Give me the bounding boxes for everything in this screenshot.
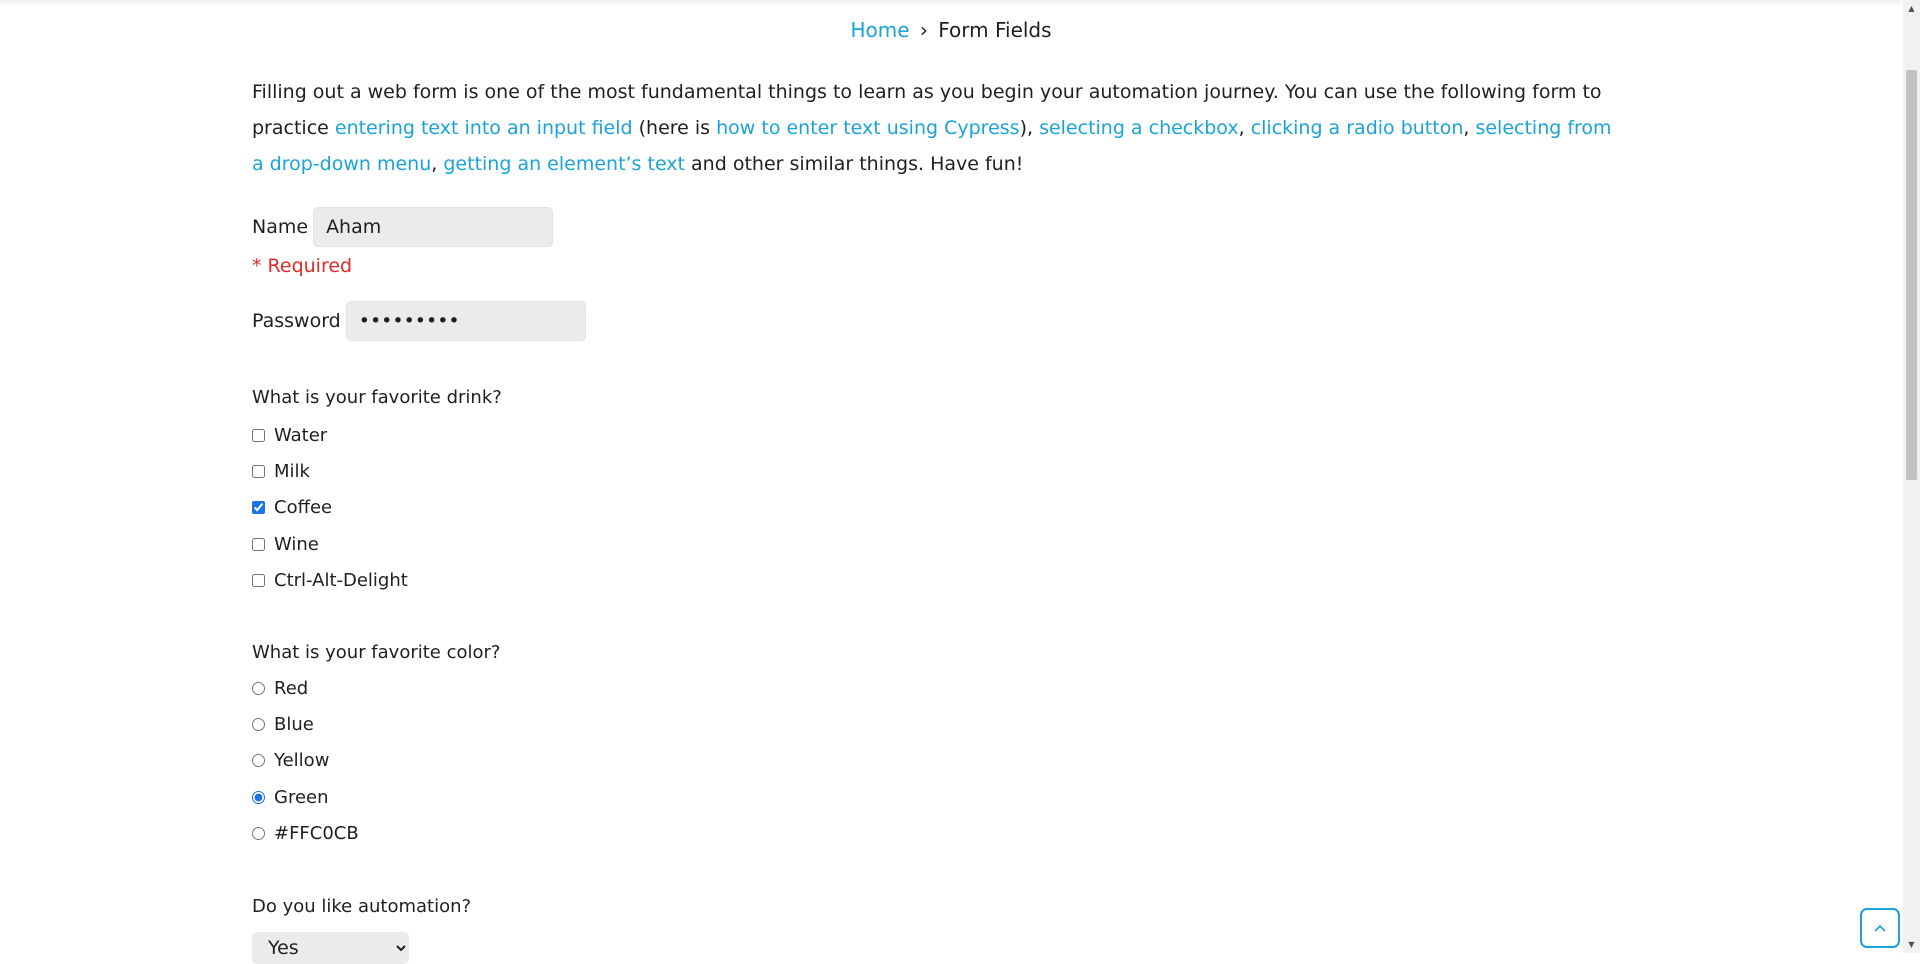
color-options: Red Blue Yellow Green #FFC0CB (252, 670, 500, 852)
breadcrumb-current: Form Fields (938, 18, 1052, 42)
drink-option-label: Ctrl-Alt-Delight (274, 570, 408, 592)
color-option-label: Blue (274, 714, 314, 736)
drink-option: Milk (252, 453, 502, 489)
automation-group: Do you like automation? Yes (252, 894, 471, 964)
link-enter-text[interactable]: entering text into an input field (335, 117, 633, 139)
color-option: Green (252, 779, 500, 815)
intro-text: , (1463, 117, 1476, 139)
name-label: Name (252, 216, 309, 238)
intro-text: , (1238, 117, 1251, 139)
drink-option: Water (252, 417, 502, 453)
intro-paragraph: Filling out a web form is one of the mos… (252, 74, 1612, 182)
color-radio-red[interactable] (252, 681, 265, 695)
automation-question: Do you like automation? (252, 896, 472, 917)
intro-text: , (431, 153, 444, 175)
scroll-up-arrow-icon[interactable]: ▲ (1903, 0, 1920, 17)
name-row: Name (252, 207, 1612, 247)
scroll-to-top-button[interactable] (1860, 908, 1900, 948)
link-element-text[interactable]: getting an element’s text (443, 153, 685, 175)
color-option-label: Green (274, 786, 329, 808)
color-option: Red (252, 670, 500, 706)
color-option-label: #FFC0CB (274, 823, 359, 845)
intro-text: and other similar things. Have fun! (685, 153, 1024, 175)
color-option-label: Yellow (274, 750, 330, 772)
link-radio-button[interactable]: clicking a radio button (1251, 117, 1464, 139)
top-shadow (0, 0, 1902, 6)
drink-option-label: Wine (274, 533, 319, 555)
intro-text: (here is (632, 117, 717, 139)
name-input[interactable] (313, 207, 554, 247)
drink-checkbox-milk[interactable] (252, 465, 265, 479)
scroll-down-arrow-icon[interactable]: ▼ (1903, 936, 1920, 953)
color-option: #FFC0CB (252, 816, 500, 852)
color-question: What is your favorite color? (252, 642, 501, 663)
drink-group: What is your favorite drink? Water Milk … (252, 385, 502, 599)
color-option: Yellow (252, 743, 500, 779)
password-input[interactable] (345, 301, 586, 341)
drink-option-label: Water (274, 424, 328, 446)
name-required-message: * Required (252, 255, 353, 277)
color-option-label: Red (274, 677, 309, 699)
color-group: What is your favorite color? Red Blue Ye… (252, 640, 500, 852)
color-radio-green[interactable] (252, 790, 265, 804)
breadcrumb-home-link[interactable]: Home (850, 18, 909, 42)
password-label: Password (252, 310, 341, 332)
drink-checkbox-coffee[interactable] (252, 501, 265, 515)
drink-option-label: Coffee (274, 497, 333, 519)
drink-options: Water Milk Coffee Wine Ctrl-Alt-Delight (252, 417, 502, 599)
color-radio-yellow[interactable] (252, 754, 265, 768)
drink-option-label: Milk (274, 461, 310, 483)
color-radio-blue[interactable] (252, 718, 265, 732)
vertical-scrollbar[interactable]: ▲ ▼ (1903, 0, 1920, 953)
form-content: Filling out a web form is one of the mos… (252, 74, 1612, 341)
drink-option: Ctrl-Alt-Delight (252, 563, 502, 599)
drink-checkbox-ctrl-alt-delight[interactable] (252, 574, 265, 588)
breadcrumb-separator: › (919, 18, 928, 42)
color-radio-pink[interactable] (252, 827, 265, 841)
drink-option: Coffee (252, 490, 502, 526)
scrollbar-thumb[interactable] (1906, 70, 1917, 480)
color-option: Blue (252, 706, 500, 742)
chevron-up-icon (1874, 924, 1886, 932)
drink-checkbox-water[interactable] (252, 428, 265, 442)
link-cypress-text[interactable]: how to enter text using Cypress (716, 117, 1019, 139)
password-row: Password (252, 301, 1612, 341)
drink-checkbox-wine[interactable] (252, 537, 265, 551)
link-checkbox[interactable]: selecting a checkbox (1039, 117, 1239, 139)
intro-text: ), (1019, 117, 1040, 139)
breadcrumb: Home › Form Fields (0, 16, 1902, 44)
drink-question: What is your favorite drink? (252, 387, 502, 408)
drink-option: Wine (252, 526, 502, 562)
automation-select[interactable]: Yes (252, 932, 409, 964)
